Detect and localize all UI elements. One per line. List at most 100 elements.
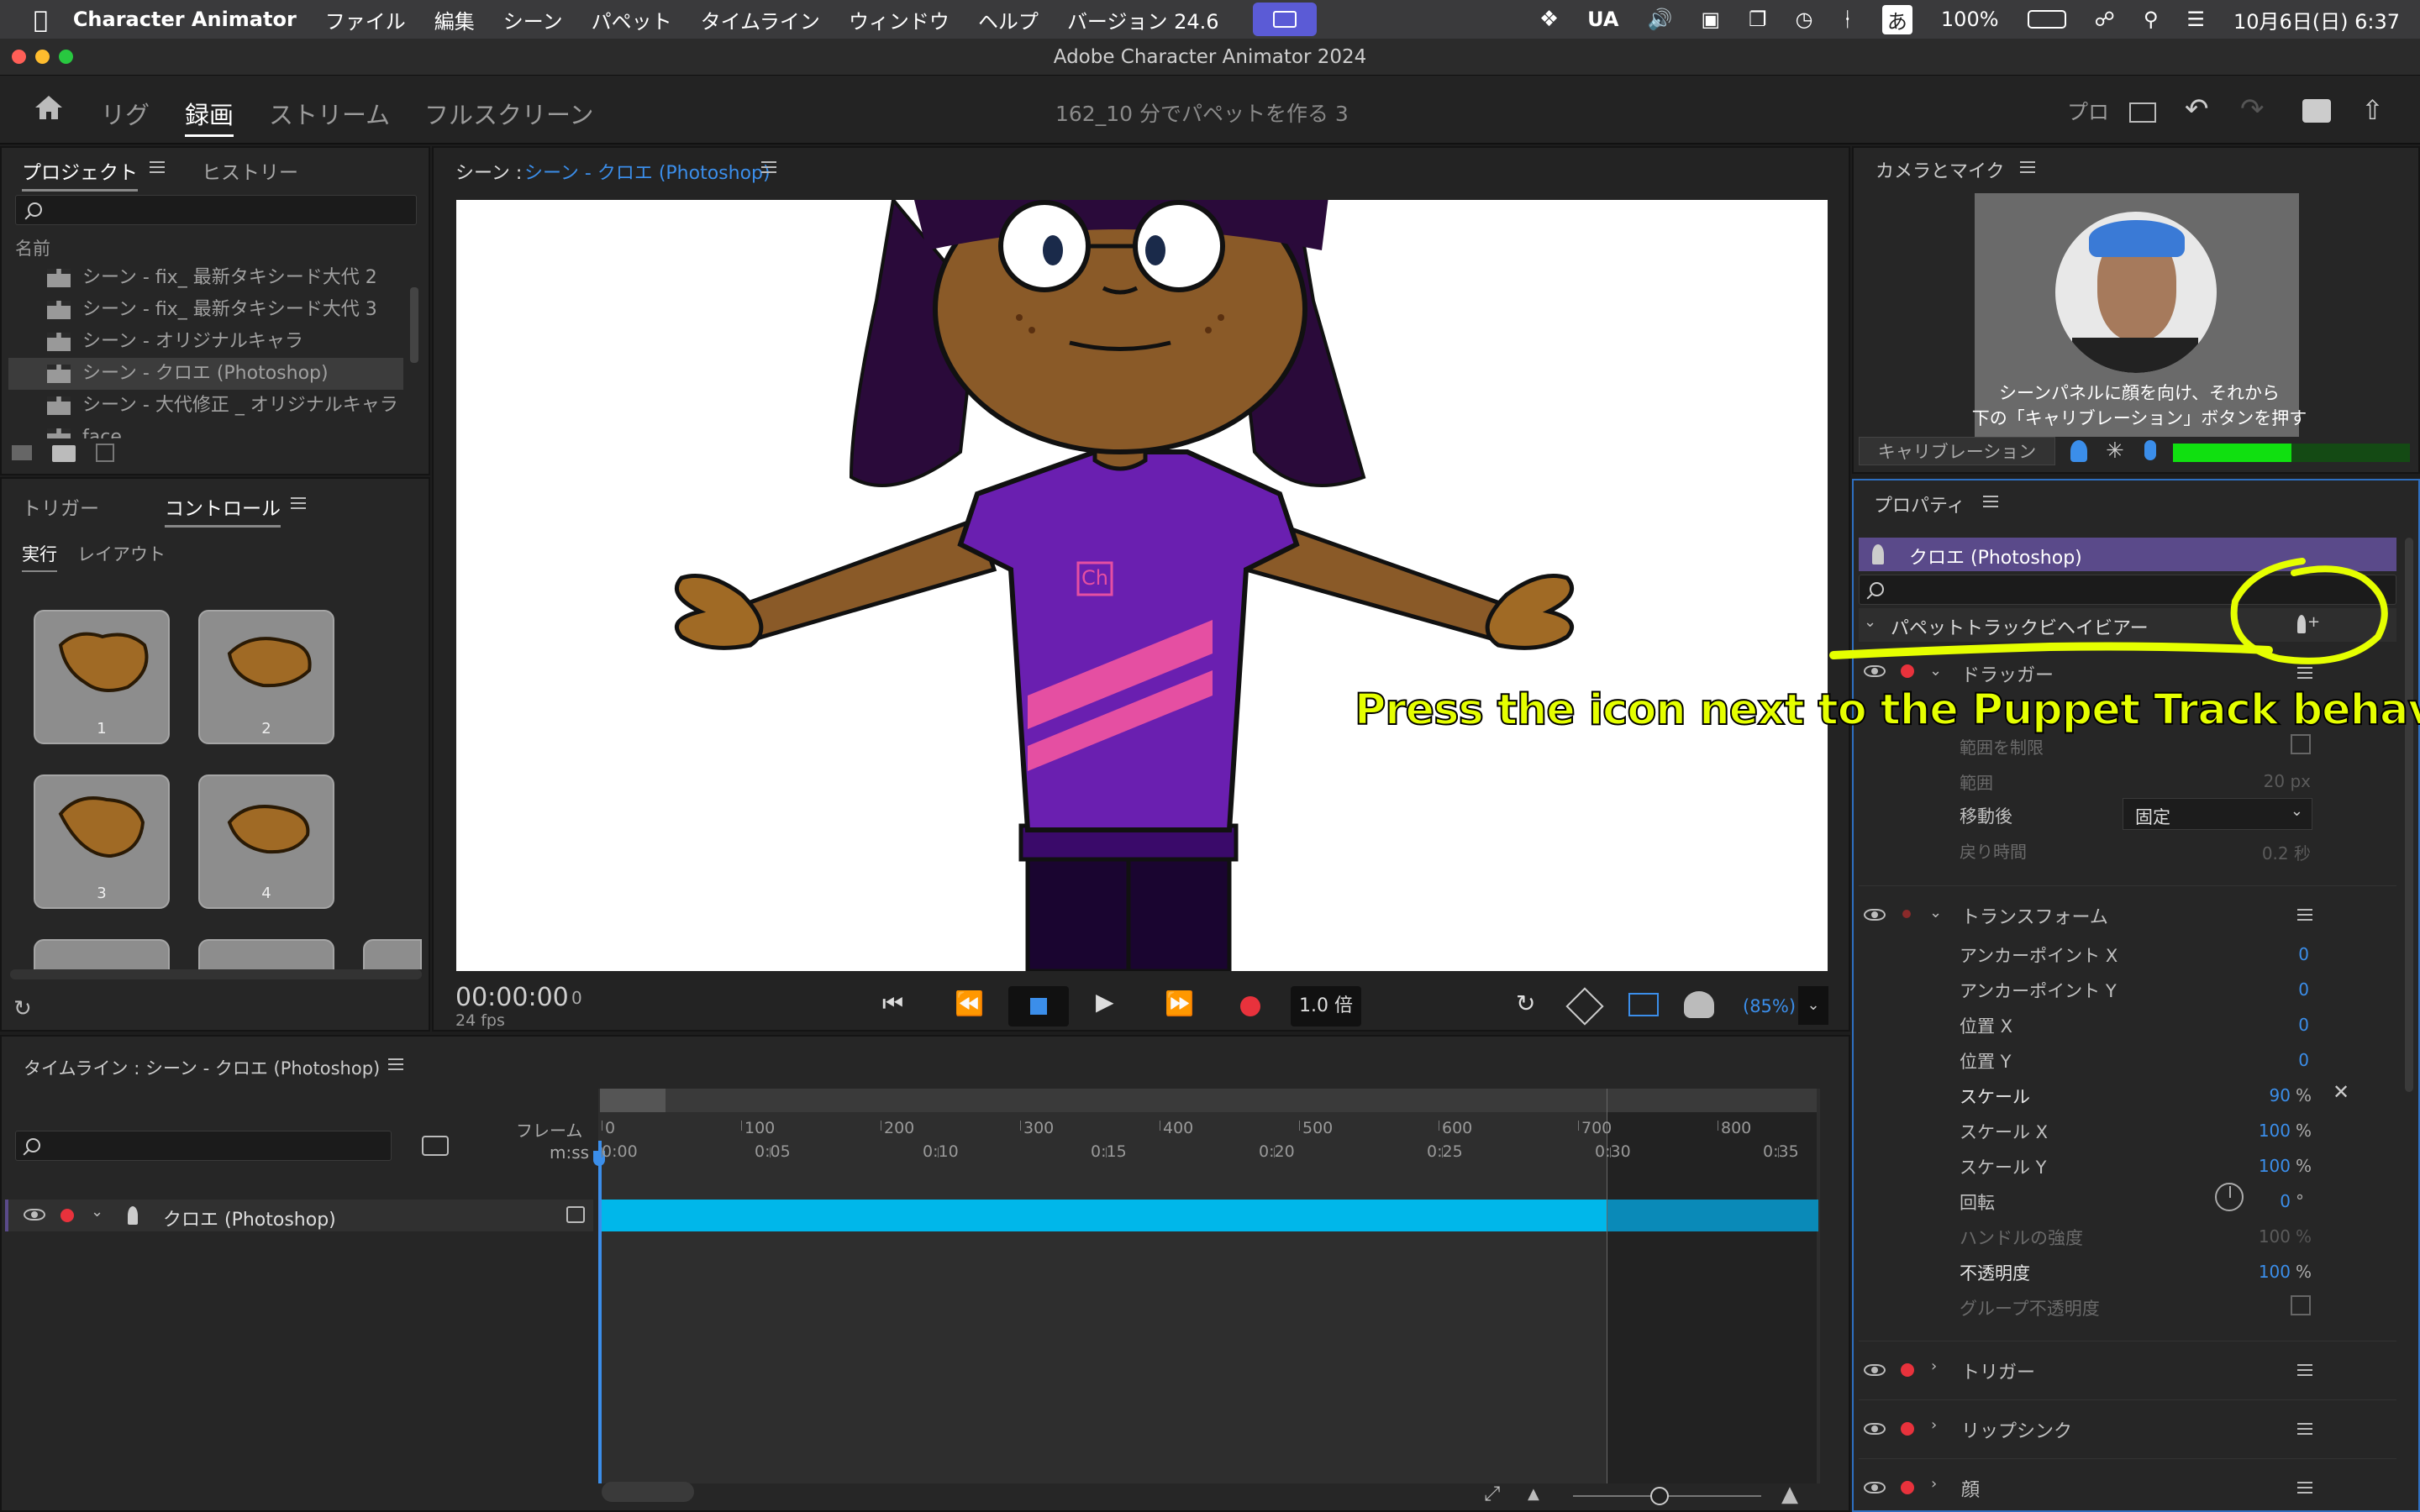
eye-icon[interactable] [1864, 1423, 1886, 1435]
step-back-button[interactable]: ⏪ [955, 990, 984, 1017]
menu-puppet[interactable]: パペット [592, 5, 672, 34]
zoom-fit-icon[interactable]: ⤢ [1484, 1482, 1500, 1505]
screen-share-icon[interactable] [1252, 3, 1317, 36]
transform-menu-icon[interactable] [2297, 909, 2312, 921]
zoom-out-icon[interactable]: ▲ [1528, 1485, 1539, 1503]
record-arm-icon[interactable] [1901, 664, 1914, 678]
zoom-slider-thumb[interactable] [1650, 1487, 1669, 1505]
track-options-icon[interactable] [422, 1136, 449, 1156]
track-options-icon[interactable] [566, 1206, 585, 1223]
zoom-in-icon[interactable]: ▲ [1781, 1482, 1798, 1507]
project-list-item[interactable]: シーン - オリジナルキャラ [8, 326, 403, 358]
close-window-button[interactable] [12, 50, 26, 64]
dropbox-icon[interactable]: ❖ [1539, 7, 1559, 32]
properties-menu-icon[interactable] [1983, 496, 1998, 507]
eye-icon[interactable] [1864, 909, 1886, 921]
transform-prop-value[interactable]: 0 [2235, 979, 2309, 1000]
minimize-window-button[interactable] [35, 50, 50, 64]
stop-button[interactable] [1008, 986, 1069, 1026]
menu-timeline[interactable]: タイムライン [701, 5, 820, 34]
home-icon[interactable] [34, 94, 64, 121]
redo-icon[interactable]: ↷ [2240, 92, 2265, 126]
subtab-layout[interactable]: レイアウト [77, 541, 166, 566]
tab-fullscreen[interactable]: フルスクリーン [424, 96, 594, 131]
chevron-down-icon[interactable]: ⌄ [1864, 613, 1876, 631]
reset-scale-icon[interactable]: ✕ [2333, 1080, 2349, 1104]
lipsync-behavior-label[interactable]: リップシンク [1961, 1416, 2072, 1443]
record-arm-icon[interactable] [1901, 1481, 1914, 1494]
timecode[interactable]: 00:00:00 [455, 983, 569, 1012]
triggers-behavior-label[interactable]: トリガー [1961, 1357, 2035, 1384]
project-list-item[interactable]: シーン - fix_ 最新タキシード大代 2 [8, 262, 403, 294]
face-behavior-label[interactable]: 顔 [1961, 1475, 1980, 1502]
scene-menu-icon[interactable] [761, 161, 776, 173]
subtab-execute[interactable]: 実行 [22, 541, 57, 572]
webcam-toggle-icon[interactable] [2070, 440, 2087, 462]
body-tracker-icon[interactable]: ✳ [2106, 438, 2124, 464]
transform-prop-value[interactable]: 0 [2235, 1015, 2309, 1035]
step-forward-button[interactable]: ⏩ [1165, 990, 1194, 1017]
track-bar[interactable] [600, 1200, 1818, 1231]
properties-scrollbar[interactable] [2405, 538, 2413, 1092]
tab-stream[interactable]: ストリーム [269, 96, 390, 131]
transform-label[interactable]: トランスフォーム [1961, 902, 2108, 929]
return-time-value[interactable]: 0.2 秒 [2244, 840, 2311, 864]
timeline-track-row[interactable]: ⌄ クロエ (Photoshop) [5, 1200, 593, 1231]
chevron-right-icon[interactable]: › [1931, 1416, 1937, 1434]
menu-scene[interactable]: シーン [503, 5, 563, 34]
dragger-label[interactable]: ドラッガー [1961, 660, 2054, 687]
chevron-right-icon[interactable]: › [1931, 1475, 1937, 1493]
eye-icon[interactable] [1864, 1364, 1886, 1376]
input-lang[interactable]: UA [1587, 8, 1618, 31]
work-area-bar[interactable] [600, 1089, 1817, 1112]
project-scrollbar[interactable] [410, 287, 418, 363]
transform-prop-value[interactable]: 100 [2218, 1156, 2291, 1176]
transform-prop-value[interactable]: 90 [2218, 1085, 2291, 1105]
eye-icon[interactable] [1864, 665, 1886, 677]
volume-icon[interactable]: 🔊 [1647, 8, 1672, 31]
chevron-down-icon[interactable]: ⌄ [1929, 904, 1942, 921]
playhead[interactable] [598, 1141, 602, 1483]
display-icon[interactable]: ▣ [1701, 8, 1720, 31]
tab-triggers[interactable]: トリガー [22, 492, 99, 521]
transform-prop-value[interactable]: 0 [2235, 1050, 2309, 1070]
behavior-header[interactable]: パペットトラックビヘイビアー [1891, 613, 2149, 640]
feedback-icon[interactable] [2302, 99, 2331, 123]
clock[interactable]: 10月6日(日) 6:37 [2233, 5, 2400, 34]
go-to-start-button[interactable]: ⏮ [882, 990, 903, 1018]
calibrate-button[interactable]: キャリブレーション [1859, 437, 2055, 465]
rotation-dial[interactable] [2215, 1183, 2244, 1211]
control-tile-2[interactable]: 2 [198, 610, 334, 744]
ime-icon[interactable]: あ [1881, 4, 1912, 34]
panel-layout-icon[interactable] [2129, 102, 2156, 123]
delete-icon[interactable] [96, 444, 114, 462]
scene-name[interactable]: シーン - クロエ (Photoshop) [524, 158, 771, 185]
share-icon[interactable]: ⇧ [2361, 94, 2384, 126]
new-folder-icon[interactable] [52, 445, 76, 462]
transform-prop-value[interactable]: 100 [2218, 1121, 2291, 1141]
refresh-scene-icon[interactable]: ↻ [1516, 990, 1535, 1017]
group-opacity-checkbox[interactable] [2291, 1295, 2311, 1315]
project-menu-icon[interactable] [150, 161, 165, 173]
new-scene-icon[interactable] [12, 445, 32, 460]
controls-scrollbar[interactable] [10, 969, 422, 979]
zoom-slider[interactable] [1573, 1487, 1761, 1505]
triggers-menu-icon[interactable] [2297, 1364, 2312, 1376]
cast-icon[interactable] [1628, 993, 1659, 1016]
battery-icon[interactable] [2027, 10, 2066, 29]
puppet-chloe[interactable] [456, 200, 1828, 971]
record-arm-icon[interactable] [60, 1209, 74, 1222]
tab-rig[interactable]: リグ [101, 96, 150, 131]
control-center-icon[interactable]: ☰ [2186, 8, 2205, 31]
zoom-dropdown[interactable]: ⌄ [1798, 986, 1828, 1025]
control-tile-6[interactable] [198, 939, 334, 969]
project-list-item[interactable]: シーン - クロエ (Photoshop) [8, 358, 403, 390]
window-icon[interactable]: ❐ [1749, 8, 1767, 31]
tab-controls[interactable]: コントロール [165, 492, 281, 528]
zoom-level[interactable]: (85%) [1743, 996, 1796, 1016]
name-column-header[interactable]: 名前 [15, 235, 50, 260]
time-machine-icon[interactable]: ◷ [1796, 8, 1813, 31]
menu-help[interactable]: ヘルプ [978, 5, 1039, 34]
project-list-item[interactable]: シーン - 大代修正 _ オリジナルキャラ [8, 390, 403, 422]
control-tile-7[interactable] [363, 939, 422, 969]
